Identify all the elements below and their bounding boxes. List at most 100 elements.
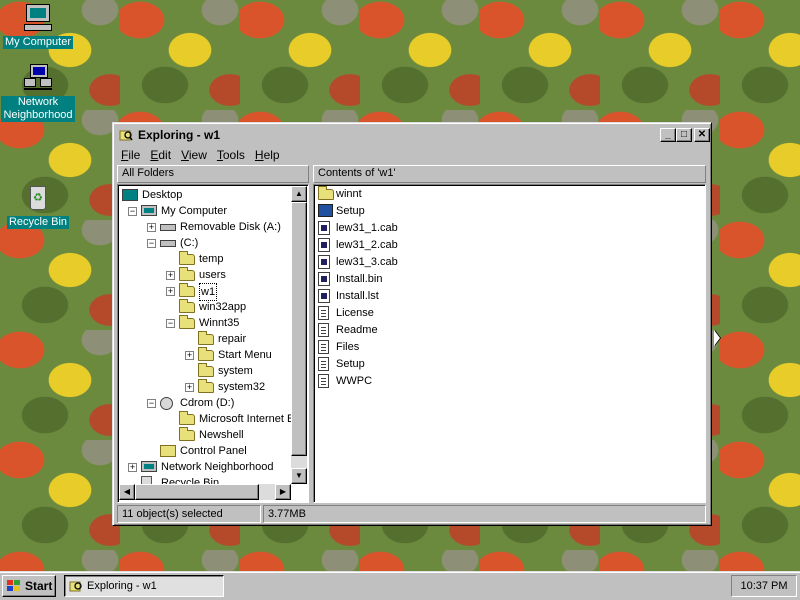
folder-icon [179,315,195,329]
tree-item-label: temp [199,253,224,265]
tree-item-label: system [218,365,253,377]
taskbar-button-exploring[interactable]: Exploring - w1 [64,575,224,597]
scroll-right-button[interactable]: ▶ [275,484,291,500]
text-file-icon [318,357,329,371]
status-bar: 11 object(s) selected 3.77MB [117,505,706,523]
tree-item-label: Network Neighborhood [161,461,274,473]
file-list-label: Setup [336,205,365,217]
collapse-icon[interactable]: − [147,239,156,248]
computer-icon [141,205,157,216]
collapse-icon[interactable]: − [128,207,137,216]
file-list-label: Files [336,341,360,353]
folder-icon [179,299,195,313]
all-folders-header: All Folders [117,165,309,183]
file-list-label: License [336,307,374,319]
tree-horizontal-scrollbar[interactable]: ◀ ▶ [119,484,291,500]
file-list-label: winnt [336,188,362,200]
maximize-button[interactable]: □ [676,128,692,142]
close-button[interactable]: ✕ [694,128,710,142]
scroll-thumb[interactable] [291,202,307,456]
desktop-icon-label: Network Neighborhood [1,96,75,122]
folder-icon [318,186,334,200]
desktop-icon-my-computer[interactable]: My Computer [1,2,75,49]
folder-icon [179,427,195,441]
title-bar[interactable]: Exploring - w1 _ □ ✕ [116,126,710,144]
control-panel-icon [160,445,176,457]
text-file-icon [318,340,329,354]
expand-icon[interactable]: + [185,351,194,360]
menu-edit[interactable]: Edit [145,146,176,164]
expand-icon[interactable]: + [185,383,194,392]
expand-icon[interactable]: + [128,463,137,472]
scroll-up-button[interactable]: ▲ [291,186,307,202]
file-list-label: Readme [336,324,378,336]
tree-item-label: Removable Disk (A:) [180,221,281,233]
start-label: Start [25,579,53,593]
cab-file-icon [318,238,330,252]
cdrom-icon [160,397,173,410]
tree-vertical-scrollbar[interactable]: ▲ ▼ [291,186,307,484]
collapse-icon[interactable]: − [147,399,156,408]
cab-file-icon [318,255,330,269]
file-list-label: Install.lst [336,290,379,302]
recycle-bin-icon [22,182,54,214]
my-computer-icon [22,2,54,34]
desktop-icon-network-neighborhood[interactable]: Network Neighborhood [1,62,75,122]
contents-pane[interactable]: winnt Setup lew31_1.cab lew31_2.cab lew31_3.… [313,184,706,503]
explorer-window: Exploring - w1 _ □ ✕ File Edit View Tools He… [112,122,712,526]
tree-item-label: (C:) [180,237,199,249]
folder-icon [198,363,214,377]
tree-item-label: users [199,269,226,281]
network-neighborhood-icon [22,62,54,94]
tree-item-label: Cdrom (D:) [180,397,235,409]
folder-icon [198,331,214,345]
scroll-left-button[interactable]: ◀ [119,484,135,500]
minimize-button[interactable]: _ [660,128,676,142]
desktop-icon-label: Recycle Bin [6,216,70,229]
menu-file[interactable]: File [116,146,145,164]
folder-tree[interactable]: Desktop − My Computer + Removable Disk (A:) −… [117,184,309,503]
tree-item-label: Desktop [142,189,183,201]
tree-item-label: Control Panel [180,445,247,457]
contents-header: Contents of 'w1' [313,165,706,183]
taskbar-button-label: Exploring - w1 [87,580,157,592]
expand-icon[interactable]: + [166,271,175,280]
tree-item-label: system32 [218,381,266,393]
file-list-label: Setup [336,358,365,370]
setup-icon [318,204,333,217]
mouse-cursor [714,330,720,346]
scroll-down-button[interactable]: ▼ [291,468,307,484]
cab-file-icon [318,272,330,286]
text-file-icon [318,306,329,320]
menu-view[interactable]: View [176,146,212,164]
taskbar: Start Exploring - w1 10:37 PM [0,571,800,600]
file-list-label: Install.bin [336,273,383,285]
status-selected: 11 object(s) selected [117,505,261,523]
menu-help[interactable]: Help [250,146,285,164]
open-folder-icon [179,283,195,297]
explorer-icon [119,130,133,141]
window-title: Exploring - w1 [138,128,221,142]
explorer-icon [69,581,82,592]
collapse-icon[interactable]: − [166,319,175,328]
expand-icon[interactable]: + [166,287,175,296]
menu-tools[interactable]: Tools [212,146,250,164]
file-list-label: lew31_2.cab [336,239,398,251]
tree-item-label: Newshell [199,429,244,441]
text-file-icon [318,323,329,337]
tree-item-label: My Computer [161,205,228,217]
desktop-icon-recycle-bin[interactable]: Recycle Bin [1,182,75,229]
expand-icon[interactable]: + [147,223,156,232]
menu-bar: File Edit View Tools Help [116,146,708,164]
network-icon [141,461,157,472]
system-tray-clock[interactable]: 10:37 PM [731,575,797,597]
file-list-label: lew31_1.cab [336,222,398,234]
start-button[interactable]: Start [2,575,56,597]
cab-file-icon [318,289,330,303]
windows-logo-icon [7,580,21,592]
desktop-icon-label: My Computer [2,36,74,49]
status-size: 3.77MB [263,505,706,523]
tree-item-label: Start Menu [218,349,272,361]
scroll-thumb-horizontal[interactable] [135,484,259,500]
tree-item-label: win32app [199,301,247,313]
